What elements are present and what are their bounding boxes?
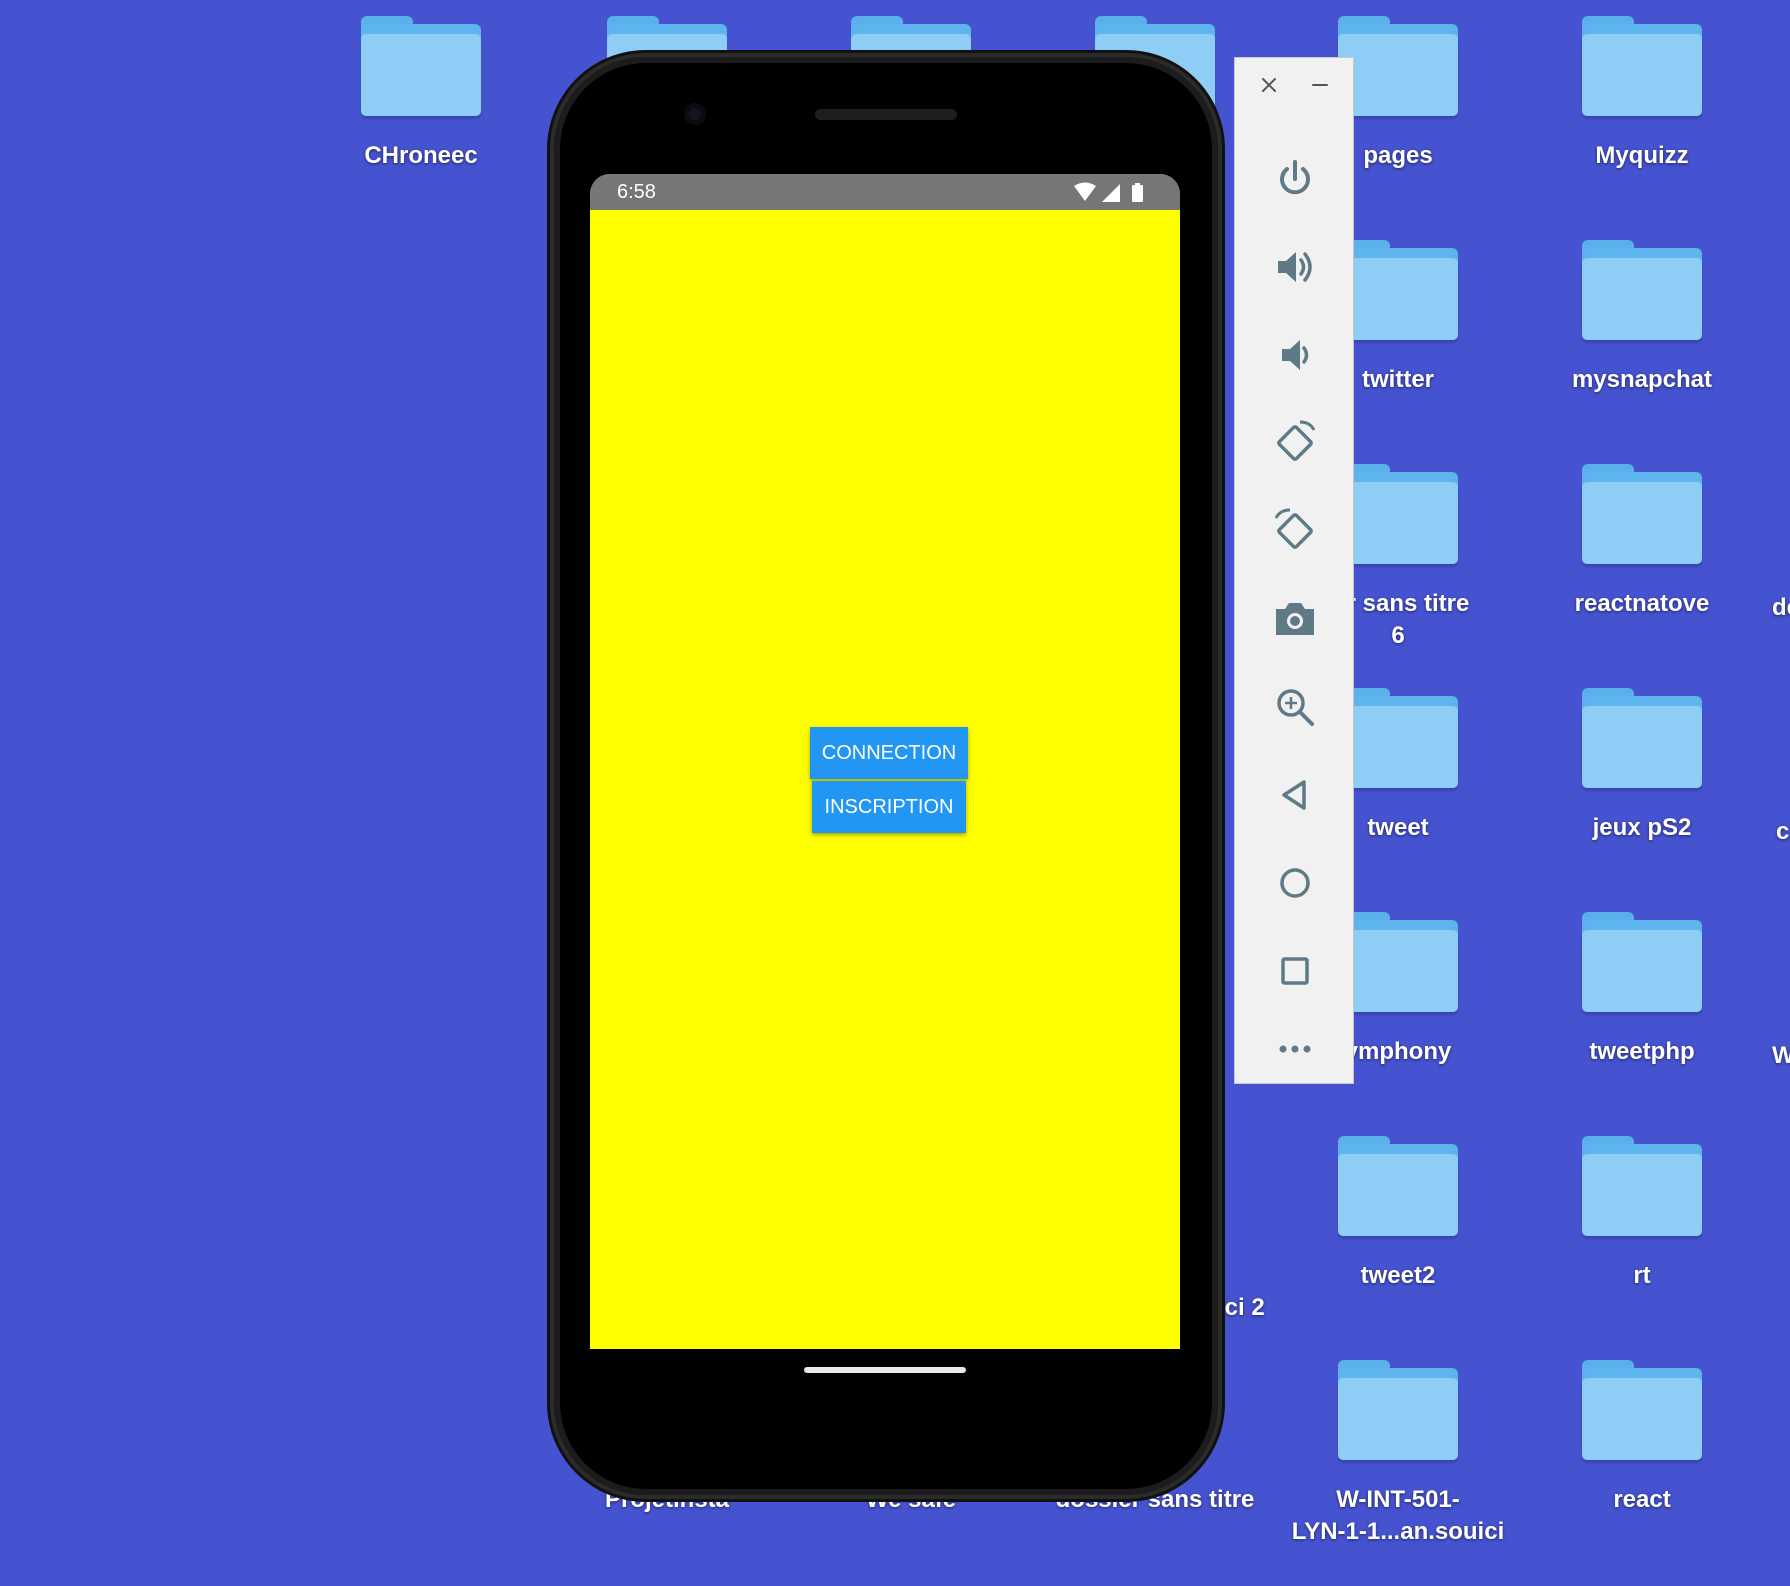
folder-icon: [1582, 912, 1702, 1012]
folder-label-partial-c: c: [1776, 818, 1790, 845]
folder-label-partial-de: de: [1772, 594, 1790, 621]
folder-label: tweetphp: [1589, 1038, 1695, 1065]
connection-button[interactable]: CONNECTION: [810, 727, 968, 779]
more-icon[interactable]: [1265, 1029, 1325, 1069]
folder-label: rt: [1633, 1262, 1651, 1289]
folder-label: W-INT-501- LYN-1-1...an.souici: [1291, 1486, 1505, 1545]
folder-icon: [1582, 16, 1702, 116]
desktop-folder-tweet2[interactable]: tweet2: [1283, 1136, 1513, 1292]
folder-icon: [1582, 240, 1702, 340]
battery-icon: [1132, 183, 1143, 202]
folder-icon: [1582, 688, 1702, 788]
folder-label: Myquizz: [1595, 142, 1689, 169]
folder-icon: [1338, 16, 1458, 116]
rotate-left-icon[interactable]: [1265, 413, 1325, 473]
desktop-folder-w-int-501[interactable]: W-INT-501- LYN-1-1...an.souici: [1283, 1360, 1513, 1548]
folder-label: react: [1613, 1486, 1671, 1513]
folder-label-partial-ici-2: ici 2: [1218, 1294, 1265, 1321]
inscription-button[interactable]: INSCRIPTION: [812, 781, 966, 833]
folder-label: tweet2: [1360, 1262, 1436, 1289]
zoom-icon[interactable]: [1265, 677, 1325, 737]
desktop-folder-jeux-ps2[interactable]: jeux pS2: [1527, 688, 1757, 844]
folder-icon: [1338, 240, 1458, 340]
phone-frame: 6:58 CONNECTION INSCRIPTION: [554, 57, 1218, 1495]
gesture-home-bar[interactable]: [804, 1367, 966, 1373]
desktop-folder-reactnatove[interactable]: reactnatove: [1527, 464, 1757, 620]
power-icon[interactable]: [1265, 149, 1325, 209]
volume-down-icon[interactable]: [1265, 325, 1325, 385]
close-icon[interactable]: [1256, 72, 1282, 98]
folder-icon: [1338, 912, 1458, 1012]
camera-icon[interactable]: [1265, 589, 1325, 649]
desktop-folder-myquizz[interactable]: Myquizz: [1527, 16, 1757, 172]
desktop-folder-mysnapchat[interactable]: mysnapchat: [1527, 240, 1757, 396]
folder-icon: [1338, 464, 1458, 564]
volume-up-icon[interactable]: [1265, 237, 1325, 297]
earpiece-speaker: [815, 109, 957, 120]
status-icons: [1072, 182, 1152, 204]
desktop-folder-chroneec[interactable]: CHroneec: [306, 16, 536, 172]
folder-icon: [1338, 1360, 1458, 1460]
minimize-icon[interactable]: [1307, 72, 1333, 98]
folder-icon: [1338, 688, 1458, 788]
status-time: 6:58: [617, 181, 656, 203]
folder-label: jeux pS2: [1592, 814, 1692, 841]
folder-icon: [1582, 1136, 1702, 1236]
home-icon[interactable]: [1265, 853, 1325, 913]
emulator-toolbar: [1234, 57, 1354, 1084]
overview-icon[interactable]: [1265, 941, 1325, 1001]
folder-icon: [361, 16, 481, 116]
phone-screen: 6:58 CONNECTION INSCRIPTION: [590, 174, 1180, 1349]
front-camera: [684, 103, 706, 125]
desktop-folder-react[interactable]: react: [1527, 1360, 1757, 1516]
app-content: CONNECTION INSCRIPTION: [590, 210, 1180, 1349]
folder-icon: [1582, 464, 1702, 564]
signal-icon: [1102, 184, 1120, 202]
wifi-icon: [1074, 182, 1096, 201]
status-bar: 6:58: [590, 174, 1180, 210]
desktop-folder-tweetphp[interactable]: tweetphp: [1527, 912, 1757, 1068]
folder-label: CHroneec: [364, 142, 478, 169]
folder-icon: [1338, 1136, 1458, 1236]
folder-label: mysnapchat: [1571, 366, 1713, 393]
desktop-folder-rt[interactable]: rt: [1527, 1136, 1757, 1292]
rotate-right-icon[interactable]: [1265, 501, 1325, 561]
folder-label-partial-w: W: [1772, 1042, 1790, 1069]
folder-icon: [1582, 1360, 1702, 1460]
folder-label: reactnatove: [1574, 590, 1710, 617]
back-icon[interactable]: [1265, 765, 1325, 825]
